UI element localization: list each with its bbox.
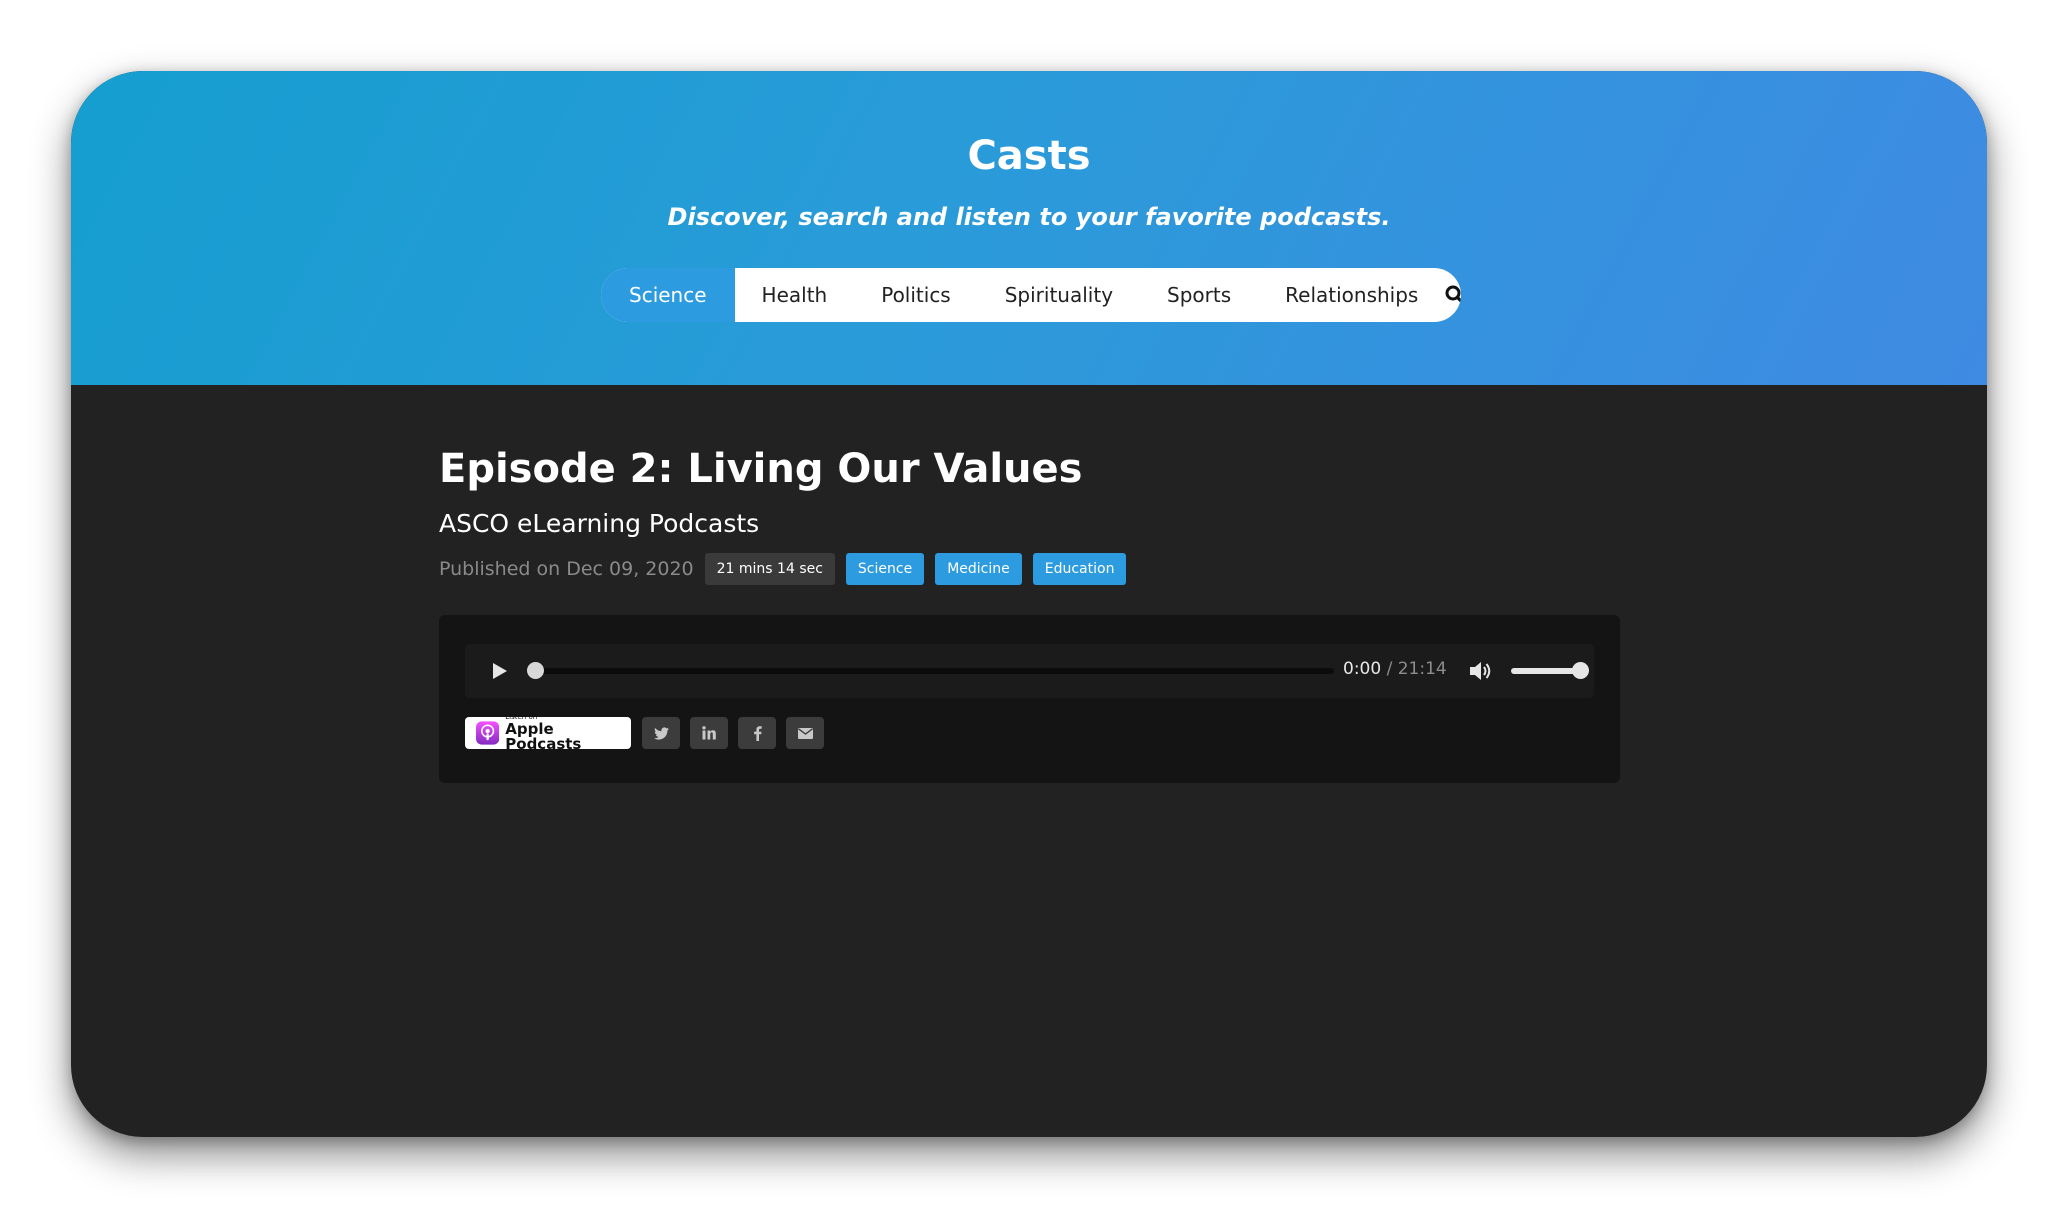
search-button[interactable] [1445,268,1461,322]
published-date: Published on Dec 09, 2020 [439,558,694,580]
search-icon [1445,285,1461,303]
total-time: 21:14 [1397,659,1447,679]
episode-section: Episode 2: Living Our Values ASCO eLearn… [439,443,1620,783]
share-row: Listen on Apple Podcasts [465,714,834,752]
audio-player: 0:00 / 21:14 [465,644,1594,698]
mute-button[interactable] [1467,659,1493,683]
twitter-icon [653,726,669,740]
apple-podcasts-badge[interactable]: Listen on Apple Podcasts [465,714,631,752]
category-nav: Science Health Politics Spirituality Spo… [601,268,1461,322]
apple-podcasts-icon [476,721,500,745]
episode-meta: Published on Dec 09, 2020 21 mins 14 sec… [439,553,1620,585]
share-linkedin-button[interactable] [690,717,728,749]
volume-handle[interactable] [1572,662,1589,679]
linkedin-icon [702,726,716,740]
apple-badge-big: Apple Podcasts [505,720,582,753]
nav-item-relationships[interactable]: Relationships [1258,268,1445,322]
share-email-button[interactable] [786,717,824,749]
apple-badge-text: Listen on Apple Podcasts [505,714,631,752]
nav-item-health[interactable]: Health [735,268,855,322]
facebook-icon [753,725,762,741]
site-title: Casts [967,133,1091,179]
player-panel: 0:00 / 21:14 Listen on Apple Podcasts [439,615,1620,783]
play-button[interactable] [485,657,513,685]
time-display: 0:00 / 21:14 [1343,659,1447,679]
hero-banner: Casts Discover, search and listen to you… [71,71,1987,385]
nav-item-science[interactable]: Science [601,268,735,322]
duration-badge: 21 mins 14 sec [704,553,835,585]
time-separator: / [1386,659,1393,679]
episode-title: Episode 2: Living Our Values [439,446,1083,492]
nav-item-politics[interactable]: Politics [854,268,978,322]
progress-handle[interactable] [527,662,544,679]
current-time: 0:00 [1343,659,1382,679]
volume-icon [1470,662,1491,680]
tag-science[interactable]: Science [845,553,925,585]
play-icon [493,663,507,679]
email-icon [797,727,813,739]
nav-item-spirituality[interactable]: Spirituality [978,268,1140,322]
site-subtitle: Discover, search and listen to your favo… [667,203,1391,231]
tag-medicine[interactable]: Medicine [935,553,1022,585]
share-twitter-button[interactable] [642,717,680,749]
app-window: Casts Discover, search and listen to you… [71,71,1987,1137]
nav-item-sports[interactable]: Sports [1140,268,1258,322]
tag-education[interactable]: Education [1032,553,1127,585]
share-facebook-button[interactable] [738,717,776,749]
progress-bar[interactable] [529,668,1334,674]
podcast-name[interactable]: ASCO eLearning Podcasts [439,509,1620,539]
